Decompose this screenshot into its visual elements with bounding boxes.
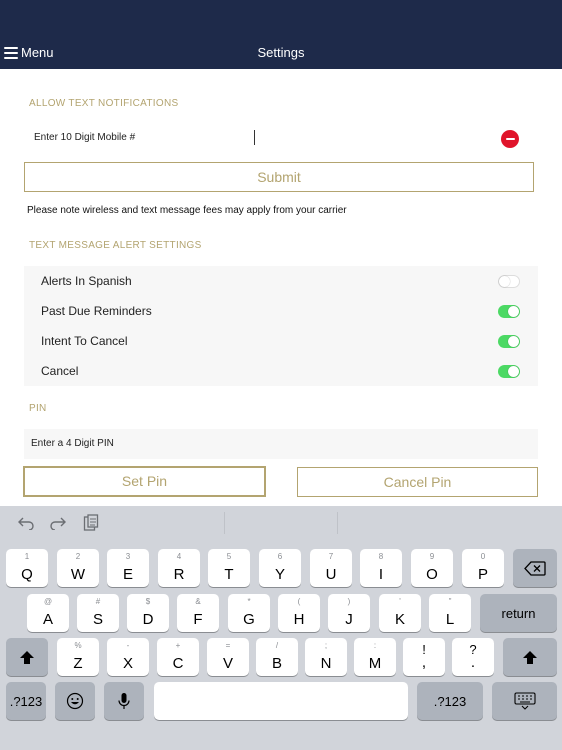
alert-label: Alerts In Spanish	[41, 274, 132, 288]
emoji-icon	[55, 682, 95, 720]
alert-row-intent-to-cancel: Intent To Cancel	[24, 326, 538, 356]
undo-icon[interactable]	[17, 514, 35, 532]
key-f[interactable]: & F	[177, 594, 219, 632]
key-z[interactable]: % Z	[57, 638, 99, 676]
backspace-icon	[513, 549, 557, 587]
key-s[interactable]: # S	[77, 594, 119, 632]
key-t[interactable]: 5T	[208, 549, 250, 587]
key-c[interactable]: + C	[157, 638, 199, 676]
mobile-number-field[interactable]: Enter 10 Digit Mobile #	[24, 120, 538, 156]
alert-row-cancel: Cancel	[24, 356, 538, 386]
key-x[interactable]: -X	[107, 638, 149, 676]
key-e[interactable]: 3E	[107, 549, 149, 587]
set-pin-button[interactable]: Set Pin	[23, 466, 266, 497]
toolbar-divider	[337, 512, 338, 534]
key-i[interactable]: 8I	[360, 549, 402, 587]
key-l[interactable]: " L	[429, 594, 471, 632]
key-g[interactable]: * G	[228, 594, 270, 632]
toggle-knob	[508, 366, 519, 377]
space-bar[interactable]	[154, 682, 408, 720]
toolbar-divider	[224, 512, 225, 534]
alerts-section-label: TEXT MESSAGE ALERT SETTINGS	[29, 240, 202, 251]
key-u[interactable]: 7U	[310, 549, 352, 587]
submit-button[interactable]: Submit	[24, 162, 534, 192]
key-w[interactable]: 2W	[57, 549, 99, 587]
past-due-reminders-toggle[interactable]	[498, 305, 520, 318]
alerts-in-spanish-toggle[interactable]	[498, 275, 520, 288]
pin-placeholder: Enter a 4 Digit PIN	[31, 438, 114, 449]
key-q[interactable]: 1Q	[6, 549, 48, 587]
page-title: Settings	[257, 45, 305, 60]
keyboard-dismiss-icon	[492, 682, 557, 720]
text-cursor	[254, 130, 255, 145]
alert-row-past-due: Past Due Reminders	[24, 296, 538, 326]
key-b[interactable]: / B	[256, 638, 298, 676]
emoji-key[interactable]	[55, 682, 95, 720]
mobile-number-placeholder: Enter 10 Digit Mobile #	[34, 132, 136, 143]
keyboard-shortcut-bar	[0, 506, 562, 540]
microphone-icon	[104, 682, 144, 720]
pin-field[interactable]: Enter a 4 Digit PIN	[24, 429, 538, 459]
key-j[interactable]: ) J	[328, 594, 370, 632]
on-screen-keyboard: 1Q 2W 3E 4R 5T 6Y 7U 8I 9O 0P @ A # S $ D &…	[0, 506, 562, 750]
key-p[interactable]: 0P	[462, 549, 504, 587]
key-m[interactable]: :M	[354, 638, 396, 676]
key-h[interactable]: (H	[278, 594, 320, 632]
intent-to-cancel-toggle[interactable]	[498, 335, 520, 348]
redo-icon[interactable]	[49, 514, 67, 532]
dictation-key[interactable]	[104, 682, 144, 720]
key-n[interactable]: ; N	[305, 638, 347, 676]
key-o[interactable]: 9O	[411, 549, 453, 587]
dismiss-keyboard-key[interactable]	[492, 682, 557, 720]
key-d[interactable]: $ D	[127, 594, 169, 632]
toggle-knob	[499, 276, 510, 287]
notifications-section-label: ALLOW TEXT NOTIFICATIONS	[29, 98, 179, 109]
alert-label: Cancel	[41, 364, 79, 378]
toggle-knob	[508, 306, 519, 317]
numbers-key-right[interactable]: .?123	[417, 682, 483, 720]
nav-bar: Menu Settings	[0, 0, 562, 69]
shift-key-left[interactable]	[6, 638, 48, 676]
key-comma[interactable]: !,	[403, 638, 445, 676]
numbers-key-left[interactable]: .?123	[6, 682, 46, 720]
delete-key[interactable]	[513, 549, 557, 587]
shift-icon	[503, 638, 557, 676]
shift-key-right[interactable]	[503, 638, 557, 676]
cancel-toggle[interactable]	[498, 365, 520, 378]
cancel-pin-button[interactable]: Cancel Pin	[297, 467, 538, 497]
key-k[interactable]: ' K	[379, 594, 421, 632]
toggle-knob	[508, 336, 519, 347]
key-r[interactable]: 4R	[158, 549, 200, 587]
key-period[interactable]: ?.	[452, 638, 494, 676]
key-v[interactable]: = V	[207, 638, 249, 676]
key-y[interactable]: 6Y	[259, 549, 301, 587]
alert-settings-list: Alerts In Spanish Past Due Reminders Int…	[24, 266, 538, 386]
return-key[interactable]: return	[480, 594, 557, 632]
alert-label: Intent To Cancel	[41, 334, 128, 348]
alert-label: Past Due Reminders	[41, 304, 152, 318]
paste-icon[interactable]	[82, 514, 100, 532]
key-a[interactable]: @ A	[27, 594, 69, 632]
fee-note: Please note wireless and text message fe…	[27, 205, 347, 216]
shift-icon	[6, 638, 48, 676]
pin-section-label: PIN	[29, 403, 47, 414]
alert-row-spanish: Alerts In Spanish	[24, 266, 538, 296]
clear-field-icon[interactable]	[501, 130, 519, 148]
